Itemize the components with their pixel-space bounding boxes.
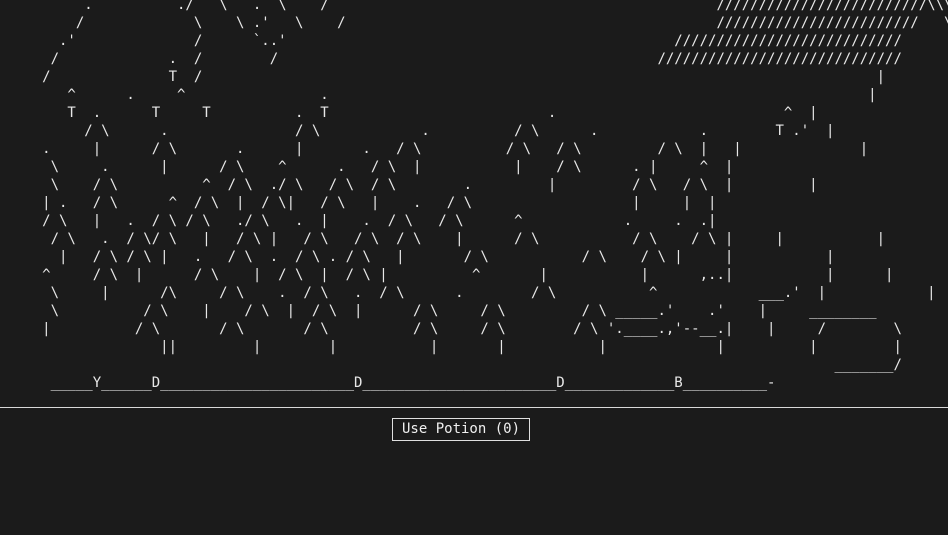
ascii-scene-row: \ / \ ^ / \ ./ \ / \ / \ . | / \ / \ | | (0, 177, 818, 193)
ascii-scene-row: / . / / ///////////////////////////// \\… (0, 51, 948, 67)
ascii-scene-row: ^ . ^ . | | | (67, 87, 877, 103)
ascii-scene-row: ________________________________________… (0, 392, 948, 400)
ascii-scene-row: / \ . / \/ \ | / \ | / \ / \ / \ | / \ /… (0, 231, 886, 247)
ascii-scene-row: _____Y______D_______________________D___… (0, 375, 776, 391)
ascii-scene-row: / T / | | | (42, 69, 886, 85)
ascii-scene-row: | . / \ ^ / \ | / \| / \ | . / \ | | | (0, 195, 717, 211)
ascii-scene-row: \ / \ | / \ | / \ | / \ / \ / \ _____.' … (0, 303, 877, 319)
ascii-scene-row: . | / \ . | . / \ / \ / \ / \ | | | (0, 141, 869, 157)
ascii-scene-row: T . T T . T . ^ | | (67, 105, 818, 121)
ascii-scene-row: .' / `..' /////////////////////////// \\… (0, 33, 948, 49)
use-potion-button[interactable]: Use Potion (0) (392, 418, 531, 441)
ascii-scene-row: || | | | | | | | | (0, 339, 902, 355)
ground-divider (0, 407, 948, 408)
ascii-scene-row: _______/ (0, 357, 902, 373)
ascii-scene-row: | / \ / \ | . / \ . / \ . / \ | / \ / \ … (0, 249, 835, 265)
ascii-scene-row: | / \ / \ / \ / \ / \ / \ '.____.,'--__.… (0, 321, 902, 337)
ascii-scene-row: ^ / \ | / \ | / \ | / \ | ^ | | ,..| | | (0, 267, 894, 283)
ascii-scene-row: \ | /\ / \ . / \ . / \ . / \ ^ ___.' | | (0, 285, 936, 301)
ascii-scene-row: / \ | . / \ / \ ./ \ . | . / \ / \ ^ . .… (0, 213, 717, 229)
ascii-game-scene: . ./ \ . \ / /////////////////////////\\… (0, 0, 948, 400)
ascii-scene-row: / \ . / \ . / \ . . T .' | | | (0, 123, 948, 139)
ascii-scene-row: \ . | / \ ^ . / \ | | / \ . | ^ | (0, 159, 734, 175)
ascii-scene-row: / \ \ .' \ / //////////////////////// \\… (0, 15, 948, 31)
ascii-scene-row: . ./ \ . \ / /////////////////////////\\… (0, 0, 948, 13)
